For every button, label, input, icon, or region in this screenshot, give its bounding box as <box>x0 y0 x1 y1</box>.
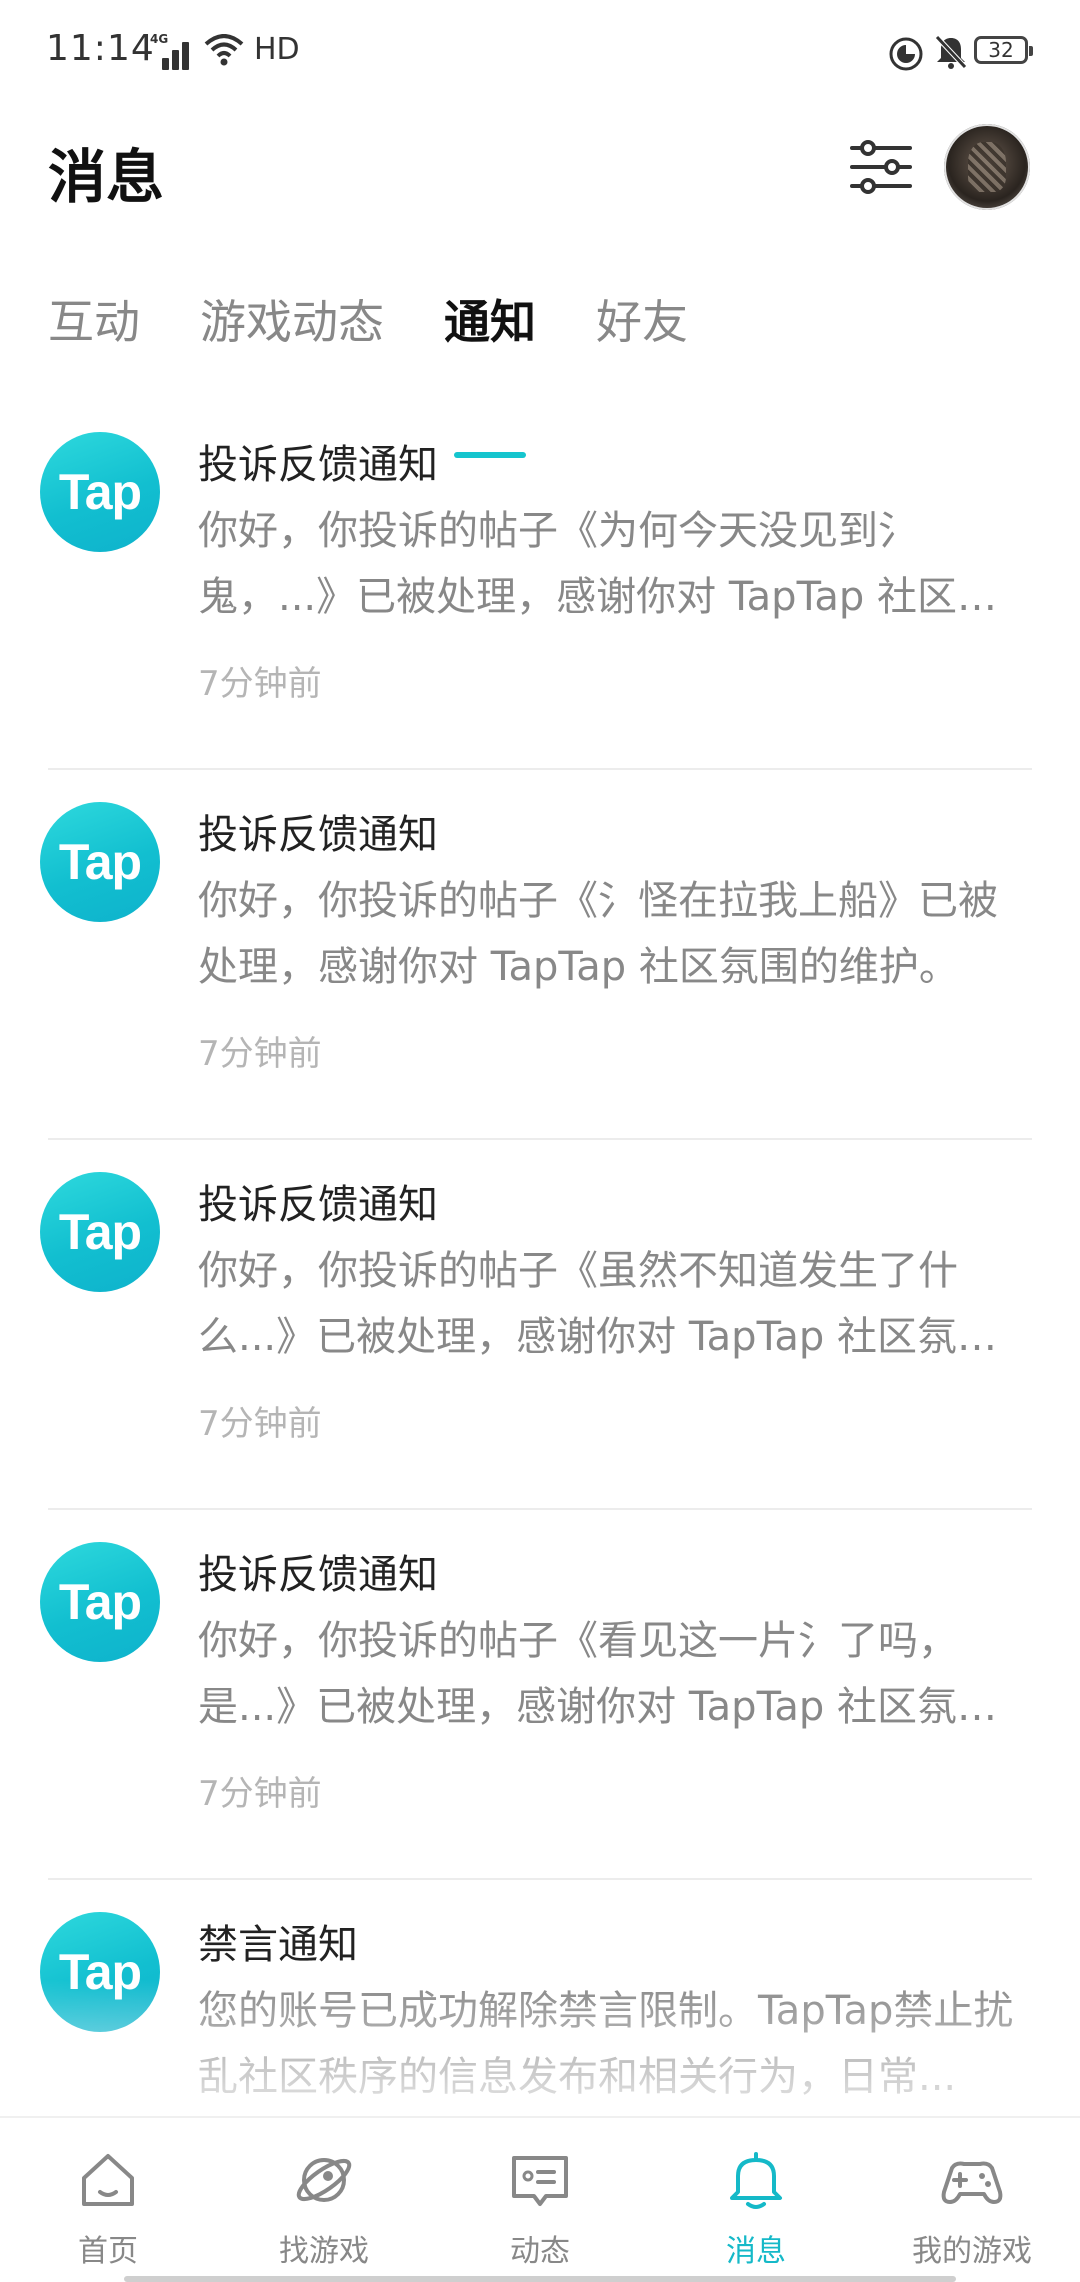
notification-body: 你好，你投诉的帖子《虽然不知道发生了什么...》已被处理，感谢你对 TapTap… <box>198 1248 998 1360</box>
notification-item[interactable]: Tap 投诉反馈通知 你好，你投诉的帖子《为何今天没见到氵鬼，...》已被处理，… <box>0 400 1080 770</box>
nav-label: 消息 <box>726 2234 786 2269</box>
nav-label: 找游戏 <box>279 2234 369 2269</box>
status-bar: 11:14 4G HD 32 <box>0 0 1080 110</box>
nav-my-games[interactable]: 我的游戏 <box>892 2148 1052 2270</box>
nav-feed[interactable]: 动态 <box>460 2148 620 2270</box>
notification-item[interactable]: Tap 投诉反馈通知 你好，你投诉的帖子《氵怪在拉我上船》已被处理，感谢你对 T… <box>0 770 1080 1140</box>
notification-body: 你好，你投诉的帖子《氵怪在拉我上船》已被处理，感谢你对 TapTap 社区氛围的… <box>198 878 998 990</box>
nav-label: 我的游戏 <box>912 2234 1032 2269</box>
page-title: 消息 <box>48 143 165 211</box>
notification-body: 你好，你投诉的帖子《看见这一片氵了吗，是...》已被处理，感谢你对 TapTap… <box>198 1618 998 1730</box>
taptap-logo: Tap <box>40 802 160 922</box>
notification-title: 投诉反馈通知 <box>198 1552 438 1598</box>
bell-icon <box>730 2152 782 2209</box>
tab-interaction[interactable]: 互动 <box>48 286 140 396</box>
notification-time: 7分钟前 <box>198 1404 322 1444</box>
notification-item[interactable]: Tap 投诉反馈通知 你好，你投诉的帖子《虽然不知道发生了什么...》已被处理，… <box>0 1140 1080 1510</box>
taptap-logo: Tap <box>40 1172 160 1292</box>
status-time: 11:14 <box>46 28 155 69</box>
filter-settings-button[interactable] <box>848 134 914 200</box>
home-icon <box>82 2154 134 2206</box>
user-avatar[interactable] <box>944 124 1030 210</box>
notification-time: 7分钟前 <box>198 1034 322 1074</box>
sliders-icon <box>850 140 912 194</box>
nav-home[interactable]: 首页 <box>28 2148 188 2270</box>
tab-game-updates[interactable]: 游戏动态 <box>200 286 384 396</box>
wifi-icon <box>204 34 244 66</box>
tab-friends[interactable]: 好友 <box>596 286 688 396</box>
screen-record-icon <box>889 37 923 71</box>
battery-indicator: 32 <box>974 36 1033 64</box>
notification-list: Tap 投诉反馈通知 你好，你投诉的帖子《为何今天没见到氵鬼，...》已被处理，… <box>0 400 1080 2250</box>
home-indicator[interactable] <box>124 2276 956 2282</box>
notification-title: 投诉反馈通知 <box>198 1182 438 1228</box>
notification-time: 7分钟前 <box>198 664 322 704</box>
notification-body: 您的账号已成功解除禁言限制。TapTap禁止扰乱社区秩序的信息发布和相关行为，日… <box>198 1988 1014 2100</box>
nav-label: 首页 <box>78 2234 138 2269</box>
message-tabs: 互动 游戏动态 通知 好友 <box>48 286 748 458</box>
notification-title: 投诉反馈通知 <box>198 812 438 858</box>
taptap-logo: Tap <box>40 1542 160 1662</box>
notification-body: 你好，你投诉的帖子《为何今天没见到氵鬼，...》已被处理，感谢你对 TapTap… <box>198 508 998 620</box>
nav-messages[interactable]: 消息 <box>676 2148 836 2270</box>
taptap-logo: Tap <box>40 1912 160 2032</box>
planet-icon <box>296 2158 352 2202</box>
notification-item[interactable]: Tap 投诉反馈通知 你好，你投诉的帖子《看见这一片氵了吗，是...》已被处理，… <box>0 1510 1080 1880</box>
notification-title: 投诉反馈通知 <box>198 442 438 488</box>
notification-title: 禁言通知 <box>198 1922 358 1968</box>
bottom-nav: 首页 找游戏 动态 消息 我的游戏 <box>0 2116 1080 2282</box>
gamepad-icon <box>941 2161 1003 2204</box>
mute-bell-icon <box>935 35 967 69</box>
hd-indicator: HD <box>254 32 300 67</box>
feed-icon <box>512 2156 568 2206</box>
taptap-logo: Tap <box>40 432 160 552</box>
signal-icon <box>148 34 192 70</box>
notification-time: 7分钟前 <box>198 1774 322 1814</box>
nav-discover[interactable]: 找游戏 <box>244 2148 404 2270</box>
nav-label: 动态 <box>510 2234 570 2269</box>
tab-notifications[interactable]: 通知 <box>444 286 536 458</box>
